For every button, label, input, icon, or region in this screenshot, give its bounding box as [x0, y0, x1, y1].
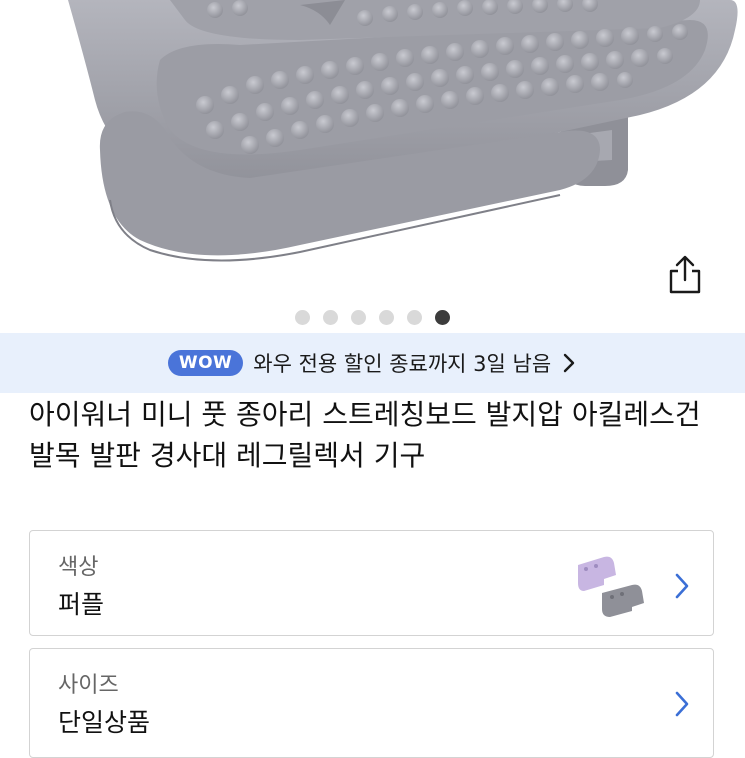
size-option-selector[interactable]: 사이즈 단일상품	[29, 648, 714, 758]
gallery-dot[interactable]	[323, 310, 338, 325]
wow-promo-banner[interactable]: WOW 와우 전용 할인 종료까지 3일 남음	[0, 333, 745, 393]
gallery-dot-active[interactable]	[435, 310, 450, 325]
gallery-pagination	[0, 310, 745, 325]
chevron-right-icon	[675, 691, 689, 717]
color-swatch-thumbnail	[578, 556, 644, 617]
gallery-dot[interactable]	[407, 310, 422, 325]
share-icon[interactable]	[664, 254, 706, 296]
gallery-dot[interactable]	[351, 310, 366, 325]
wow-badge: WOW	[167, 350, 244, 376]
promo-text: 와우 전용 할인 종료까지 3일 남음	[253, 352, 552, 376]
product-image	[68, 0, 738, 262]
color-option-selector[interactable]: 색상 퍼플	[29, 530, 714, 636]
gallery-dot[interactable]	[379, 310, 394, 325]
size-option-value: 단일상품	[58, 708, 151, 737]
chevron-right-icon	[675, 573, 689, 599]
product-title: 아이워너 미니 풋 종아리 스트레칭보드 발지압 아킬레스건 발목 발판 경사대…	[29, 398, 701, 472]
size-option-label: 사이즈	[58, 673, 119, 698]
product-image-gallery[interactable]	[0, 0, 745, 332]
color-option-label: 색상	[58, 555, 99, 580]
gallery-dot[interactable]	[295, 310, 310, 325]
color-option-value: 퍼플	[58, 590, 105, 619]
chevron-right-icon	[563, 353, 575, 373]
